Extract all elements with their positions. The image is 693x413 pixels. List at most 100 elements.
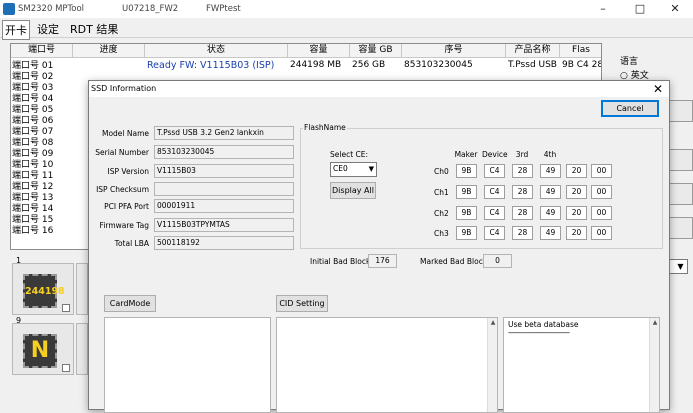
port-tile[interactable] <box>76 263 88 315</box>
beta-db-textarea[interactable]: Use beta database ----------------------… <box>503 317 660 413</box>
select-ce-label: Select CE: <box>330 150 369 159</box>
col-capacity[interactable]: 容量 <box>288 44 350 58</box>
title-bar: SM2320 MPTool U07218_FW2 FWPtest – □ ✕ <box>0 0 693 18</box>
port-row-label[interactable]: 端口号 15 <box>12 215 53 225</box>
flash-byte-cell: 20 <box>566 185 587 199</box>
minimize-icon[interactable]: – <box>585 0 621 18</box>
scroll-up-icon[interactable]: ▲ <box>650 318 659 328</box>
flash-byte-cell: C4 <box>484 164 505 178</box>
col-flash[interactable]: Flas <box>560 44 601 58</box>
port-row-label[interactable]: 端口号 01 <box>12 61 53 71</box>
tab-rdt-results[interactable]: RDT 结果 <box>68 20 120 38</box>
port-row-label[interactable]: 端口号 16 <box>12 226 53 236</box>
serial-number-field[interactable]: 853103230045 <box>154 145 294 159</box>
row-header-ch0: Ch0 <box>434 167 449 176</box>
marked-bad-block-field[interactable]: 0 <box>483 254 512 268</box>
port-row-label[interactable]: 端口号 07 <box>12 127 53 137</box>
initial-bad-block-field[interactable]: 176 <box>368 254 397 268</box>
cardmode-button[interactable]: CardMode <box>104 295 156 312</box>
port-tile[interactable] <box>76 323 88 375</box>
model-name-label: Model Name <box>101 129 149 138</box>
port-tile[interactable]: N <box>12 323 74 375</box>
chip-icon: N <box>23 334 57 368</box>
flash-byte-cell: 49 <box>540 185 561 199</box>
total-lba-field[interactable]: 500118192 <box>154 236 294 250</box>
port-row-label[interactable]: 端口号 09 <box>12 149 53 159</box>
col-serial[interactable]: 序号 <box>402 44 506 58</box>
isp-checksum-label: ISP Checksum <box>96 185 149 194</box>
beta-db-text: Use beta database <box>508 320 579 329</box>
port-row-label[interactable]: 端口号 05 <box>12 105 53 115</box>
flash-byte-cell: 49 <box>540 206 561 220</box>
maximize-icon[interactable]: □ <box>622 0 658 18</box>
row1-capacity-gb: 256 GB <box>352 60 386 70</box>
port-tile[interactable]: 244198 <box>12 263 74 315</box>
chip-icon: 244198 <box>23 274 65 308</box>
row1-flash: 9B C4 28 <box>562 60 602 70</box>
col-capacity-gb[interactable]: 容量 GB <box>350 44 402 58</box>
beta-db-underline: ---------------------------------------- <box>508 329 570 337</box>
cid-setting-button[interactable]: CID Setting <box>276 295 328 312</box>
ssd-info-dialog: SSD Information ✕ Cancel Model Name T.Ps… <box>88 80 670 413</box>
serial-number-label: Serial Number <box>95 148 149 157</box>
flash-byte-cell: 28 <box>512 206 533 220</box>
language-label: 语言 <box>620 57 639 67</box>
port-row-label[interactable]: 端口号 12 <box>12 182 53 192</box>
port-row-label[interactable]: 端口号 06 <box>12 116 53 126</box>
cid-setting-textarea[interactable]: ▲ <box>276 317 498 413</box>
flash-byte-cell: 00 <box>591 206 612 220</box>
flash-byte-cell: 9B <box>456 206 477 220</box>
tab-settings[interactable]: 设定 <box>35 20 61 38</box>
col-product-name[interactable]: 产品名称 <box>506 44 560 58</box>
marked-bad-block-label: Marked Bad Block <box>420 257 488 266</box>
display-all-button[interactable]: Display All <box>330 182 376 199</box>
col-progress[interactable]: 进度 <box>73 44 145 58</box>
scrollbar[interactable]: ▲ <box>487 318 497 412</box>
col-port[interactable]: 端口号 <box>11 44 73 58</box>
tab-bar: 开卡 设定 RDT 结果 <box>0 18 693 40</box>
flash-byte-cell: 28 <box>512 164 533 178</box>
tile-value: 244198 <box>25 286 65 297</box>
port-row-label[interactable]: 端口号 02 <box>12 72 53 82</box>
port-row-label[interactable]: 端口号 11 <box>12 171 53 181</box>
port-row-label[interactable]: 端口号 08 <box>12 138 53 148</box>
row-header-ch2: Ch2 <box>434 209 449 218</box>
initial-bad-block-label: Initial Bad Block <box>310 257 371 266</box>
select-ce-dropdown[interactable]: CE0 ▼ <box>330 162 377 177</box>
scroll-up-icon[interactable]: ▲ <box>488 318 497 328</box>
flashname-group-label: FlashName <box>303 123 347 132</box>
tile-checkbox[interactable] <box>62 304 70 312</box>
close-icon[interactable]: ✕ <box>653 81 663 97</box>
pci-pfa-port-field[interactable]: 00001911 <box>154 199 294 213</box>
dialog-title-bar: SSD Information ✕ <box>89 81 669 97</box>
flash-byte-cell: 49 <box>540 164 561 178</box>
flash-byte-cell: C4 <box>484 206 505 220</box>
model-name-field[interactable]: T.Pssd USB 3.2 Gen2 lankxin <box>154 126 294 140</box>
dialog-title: SSD Information <box>91 84 157 93</box>
col-status[interactable]: 状态 <box>145 44 288 58</box>
firmware-tag-label: Firmware Tag <box>99 221 149 230</box>
scrollbar[interactable]: ▲ <box>649 318 659 412</box>
cancel-button[interactable]: Cancel <box>601 100 659 117</box>
tile-checkbox[interactable] <box>62 364 70 372</box>
firmware-tag-field[interactable]: V1115B03TPYMTAS <box>154 218 294 232</box>
window-title-app: SM2320 MPTool <box>18 4 85 14</box>
isp-version-field[interactable]: V1115B03 <box>154 164 294 178</box>
flash-byte-cell: C4 <box>484 226 505 240</box>
flash-byte-cell: 9B <box>456 164 477 178</box>
flash-byte-cell: 00 <box>591 226 612 240</box>
window-title-part2: U07218_FW2 <box>122 4 179 14</box>
port-row-label[interactable]: 端口号 10 <box>12 160 53 170</box>
port-row-label[interactable]: 端口号 13 <box>12 193 53 203</box>
port-row-label[interactable]: 端口号 14 <box>12 204 53 214</box>
col-header-maker: Maker <box>454 150 478 159</box>
select-ce-value: CE0 <box>333 164 348 173</box>
isp-checksum-field[interactable] <box>154 182 294 196</box>
flash-byte-cell: 00 <box>591 185 612 199</box>
row-header-ch3: Ch3 <box>434 229 449 238</box>
close-icon[interactable]: ✕ <box>657 0 693 18</box>
port-row-label[interactable]: 端口号 04 <box>12 94 53 104</box>
cardmode-textarea[interactable] <box>104 317 271 413</box>
port-row-label[interactable]: 端口号 03 <box>12 83 53 93</box>
tab-open-card[interactable]: 开卡 <box>2 20 30 40</box>
